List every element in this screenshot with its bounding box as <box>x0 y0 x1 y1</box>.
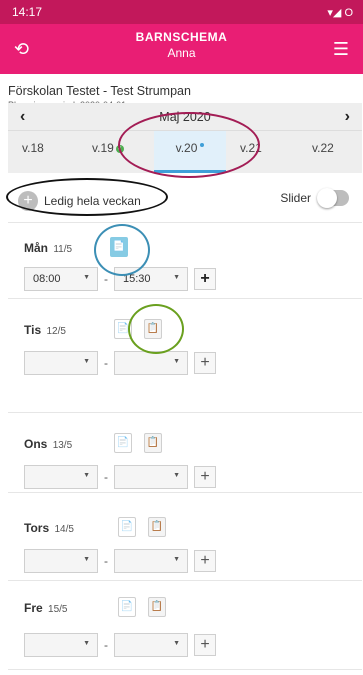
end-time-select[interactable]: 15:30 ▼ <box>114 267 188 291</box>
end-time-select[interactable]: ▼ <box>114 351 188 375</box>
day-label: Tors 14/5 <box>24 521 74 535</box>
week-label: v.22 <box>312 141 334 155</box>
time-separator: - <box>104 470 108 484</box>
time-separator: - <box>104 356 108 370</box>
slider-label: Slider <box>280 191 311 205</box>
day-label: Fre 15/5 <box>24 601 68 615</box>
edit-doc-icon[interactable]: 📄 <box>110 237 128 257</box>
doc-icon[interactable]: 📄 <box>114 433 132 453</box>
caret-down-icon: ▼ <box>83 358 90 365</box>
day-date: 13/5 <box>52 440 73 451</box>
day-date: 12/5 <box>46 326 66 337</box>
time-separator: - <box>104 638 108 652</box>
day-row-tue: Tis 12/5 📄 📋 ▼ - ▼ + <box>8 298 362 378</box>
back-arrow-icon[interactable]: ⟲ <box>14 39 29 60</box>
add-time-button[interactable]: + <box>194 268 216 290</box>
doc-icon[interactable]: 📄 <box>114 319 132 339</box>
clipboard-icon[interactable]: 📋 <box>144 433 162 453</box>
toggle-knob <box>317 188 337 208</box>
day-row-mon: Mån 11/5 📄 08:00 ▼ - 15:30 ▼ + <box>8 222 362 298</box>
add-time-button[interactable]: + <box>194 634 216 656</box>
day-label: Mån 11/5 <box>24 241 72 255</box>
clipboard-icon[interactable]: 📋 <box>148 517 166 537</box>
day-row-wed: Ons 13/5 📄 📋 ▼ - ▼ + <box>8 412 362 492</box>
tab-week-22[interactable]: v.22 <box>312 141 334 155</box>
hamburger-menu-icon[interactable]: ☰ <box>333 39 349 60</box>
week-label: v.21 <box>240 141 262 155</box>
doc-icon[interactable]: 📄 <box>118 517 136 537</box>
day-date: 11/5 <box>53 244 73 255</box>
month-navigator: ‹ Maj 2020 › <box>8 103 362 131</box>
page-title: BARNSCHEMA <box>135 30 228 44</box>
status-bar: 14:17 ▾◢ O <box>0 0 363 24</box>
school-name: Förskolan Testet - Test Strumpan <box>8 84 191 98</box>
check-circle-icon: ✓ <box>115 144 124 153</box>
end-time-select[interactable]: ▼ <box>114 549 188 573</box>
clipboard-icon[interactable]: 📋 <box>148 597 166 617</box>
day-row-thu: Tors 14/5 📄 📋 ▼ - ▼ + <box>8 492 362 580</box>
child-name: Anna <box>167 46 196 60</box>
tab-week-19[interactable]: v.19 ✓ <box>92 141 124 155</box>
caret-down-icon: ▼ <box>173 556 180 563</box>
status-time: 14:17 <box>12 5 43 19</box>
clipboard-icon[interactable]: 📋 <box>144 319 162 339</box>
day-name: Tis <box>24 323 42 337</box>
caret-down-icon: ▼ <box>83 472 90 479</box>
caret-down-icon: ▼ <box>83 556 90 563</box>
tab-week-18[interactable]: v.18 <box>22 141 44 155</box>
prev-month-chevron-icon[interactable]: ‹ <box>20 108 25 126</box>
day-label: Tis 12/5 <box>24 323 66 337</box>
day-name: Ons <box>24 437 48 451</box>
end-time-value: 15:30 <box>123 273 151 285</box>
add-time-button[interactable]: + <box>194 466 216 488</box>
caret-down-icon: ▼ <box>173 274 180 281</box>
week-label: v.18 <box>22 141 44 155</box>
caret-down-icon: ▼ <box>173 358 180 365</box>
day-name: Fre <box>24 601 43 615</box>
day-name: Mån <box>24 241 48 255</box>
slider-toggle[interactable] <box>317 188 349 208</box>
time-separator: - <box>104 272 108 286</box>
app-bar: ⟲ BARNSCHEMA Anna ☰ <box>0 24 363 74</box>
week-label: v.19 <box>92 141 114 155</box>
start-time-select[interactable]: ▼ <box>24 633 98 657</box>
start-time-select[interactable]: ▼ <box>24 549 98 573</box>
add-time-button[interactable]: + <box>194 352 216 374</box>
week-label: v.20 <box>175 141 198 155</box>
doc-icon[interactable]: 📄 <box>118 597 136 617</box>
day-name: Tors <box>24 521 50 535</box>
week-tabs: v.18 v.19 ✓ v.20 v.21 v.22 <box>8 131 362 173</box>
caret-down-icon: ▼ <box>173 640 180 647</box>
current-week-dot-icon <box>200 143 205 147</box>
day-date: 15/5 <box>48 604 68 615</box>
add-circle-icon: + <box>18 191 38 211</box>
status-icons: ▾◢ O <box>327 6 353 19</box>
add-time-button[interactable]: + <box>194 550 216 572</box>
month-label: Maj 2020 <box>159 109 211 124</box>
tab-week-20[interactable]: v.20 <box>154 131 226 173</box>
day-label: Ons 13/5 <box>24 437 72 451</box>
caret-down-icon: ▼ <box>83 274 90 281</box>
end-time-select[interactable]: ▼ <box>114 633 188 657</box>
end-time-select[interactable]: ▼ <box>114 465 188 489</box>
day-row-fri: Fre 15/5 📄 📋 ▼ - ▼ + <box>8 580 362 670</box>
start-time-select[interactable]: ▼ <box>24 465 98 489</box>
start-time-value: 08:00 <box>33 273 61 285</box>
caret-down-icon: ▼ <box>173 472 180 479</box>
start-time-select[interactable]: 08:00 ▼ <box>24 267 98 291</box>
time-separator: - <box>104 554 108 568</box>
free-whole-week-label: Ledig hela veckan <box>44 194 141 208</box>
slider-toggle-group: Slider <box>280 188 349 208</box>
next-month-chevron-icon[interactable]: › <box>345 108 350 126</box>
caret-down-icon: ▼ <box>83 640 90 647</box>
start-time-select[interactable]: ▼ <box>24 351 98 375</box>
day-date: 14/5 <box>54 524 74 535</box>
header-titles: BARNSCHEMA Anna <box>0 30 363 60</box>
tab-week-21[interactable]: v.21 <box>240 141 262 155</box>
free-whole-week-button[interactable]: + Ledig hela veckan <box>18 191 141 211</box>
